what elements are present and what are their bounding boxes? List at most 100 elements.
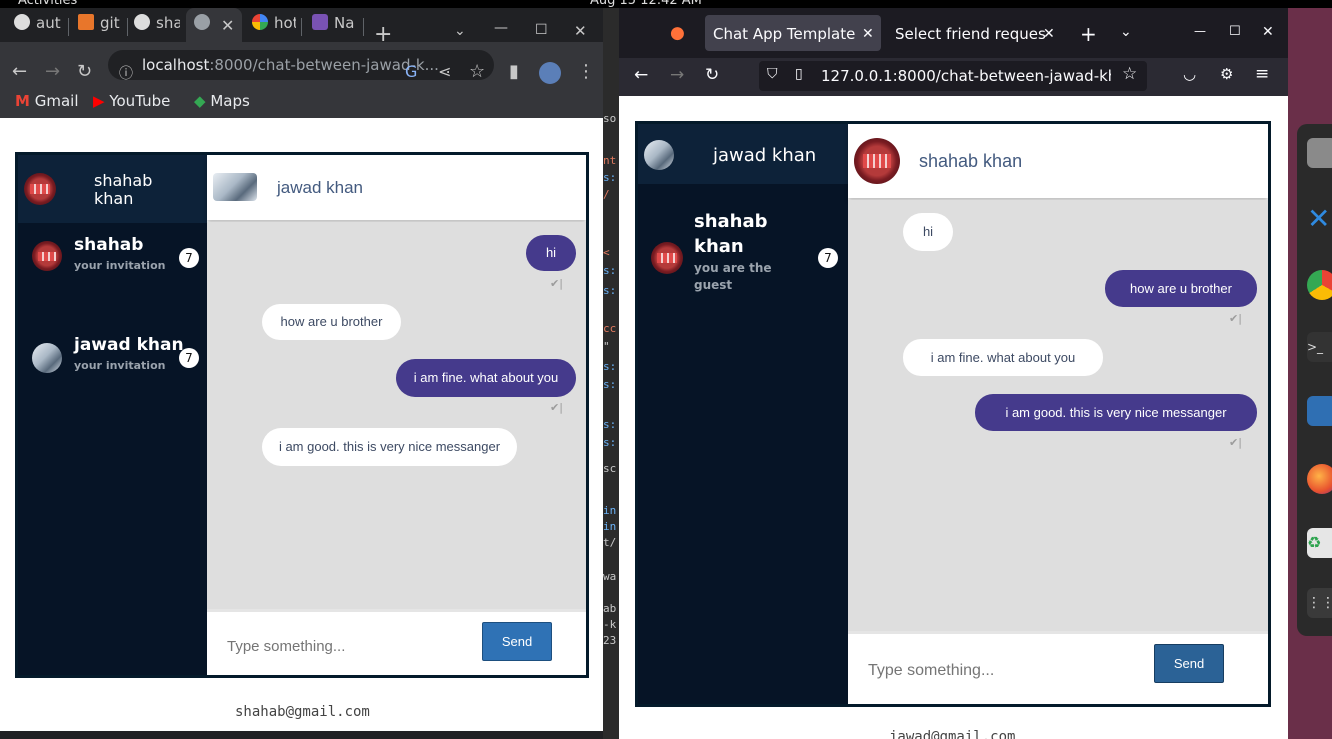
chat-header: jawad khan	[207, 155, 586, 220]
close-window-icon[interactable]: ✕	[1262, 24, 1274, 40]
read-tick-icon: ✔|	[1229, 312, 1242, 325]
terminal-text: <	[603, 246, 610, 259]
message-bubble-received: i am fine. what about you	[903, 339, 1103, 376]
contact-avatar	[854, 138, 900, 184]
reload-icon[interactable]: ↻	[77, 61, 92, 82]
tab-separator	[127, 18, 128, 36]
read-tick-icon: ✔|	[550, 277, 563, 290]
terminal-text: nt	[603, 154, 617, 167]
chrome-tab-3[interactable]: sha	[134, 14, 180, 40]
bookmark-star-icon[interactable]: ☆	[469, 61, 485, 82]
unread-badge: 7	[179, 248, 199, 268]
close-window-icon[interactable]: ✕	[574, 22, 587, 40]
terminal-text: /	[603, 188, 610, 201]
google-lens-icon[interactable]: G	[405, 62, 417, 81]
terminal-text: ab	[603, 602, 617, 615]
forward-icon[interactable]: →	[670, 65, 684, 85]
tab-label[interactable]: Select friend request	[895, 25, 1045, 43]
contact-name: jawad khan	[277, 178, 364, 197]
text-editor-icon[interactable]	[1307, 396, 1332, 426]
terminal-text: s:	[603, 171, 617, 184]
pocket-icon[interactable]: ◡	[1183, 65, 1196, 83]
chrome-tab-6[interactable]: Na	[312, 14, 358, 40]
system-clock[interactable]: Aug 15 12:42 AM	[590, 0, 702, 8]
firefox-view-icon[interactable]: ●	[670, 23, 685, 43]
chrome-menu-icon[interactable]: ⋮	[577, 61, 595, 82]
system-top-bar: Activities Aug 15 12:42 AM	[0, 0, 1332, 8]
tab-label: git	[100, 14, 120, 32]
chrome-url[interactable]: localhost:8000/chat-between-jawad-k...	[142, 56, 439, 74]
gmail-icon: M	[15, 92, 30, 110]
close-tab-icon[interactable]: ✕	[221, 16, 234, 35]
back-icon[interactable]: ←	[12, 61, 27, 82]
tab-label: aut	[36, 14, 61, 32]
friend-name: shahab khan	[694, 211, 768, 257]
friends-sidebar: shahab khan shahab your invitation 7 jaw…	[18, 155, 207, 675]
chat-app-right: jawad khan shahab khan you are the guest…	[635, 121, 1271, 707]
sidebar-profile[interactable]: jawad khan	[638, 124, 848, 184]
trash-icon[interactable]: ♻	[1307, 528, 1332, 558]
minimize-icon[interactable]: —	[494, 20, 508, 36]
bookmark-star-icon[interactable]: ☆	[1122, 64, 1137, 84]
minimize-icon[interactable]: —	[1194, 24, 1206, 38]
tab-separator	[68, 18, 69, 36]
firefox-url[interactable]: 127.0.0.1:8000/chat-between-jawad-khan-	[821, 67, 1111, 85]
reload-icon[interactable]: ↻	[705, 65, 719, 85]
firefox-dock-icon[interactable]	[1307, 464, 1332, 494]
contact-avatar	[213, 173, 257, 201]
tab-search-icon[interactable]: ⌄	[454, 23, 466, 39]
list-tabs-icon[interactable]: ⌄	[1120, 24, 1132, 40]
send-button[interactable]: Send	[482, 622, 552, 661]
terminal-window-edge: so nt s: / < s: s: cc " s: s: s: s: sc i…	[603, 8, 619, 739]
tab-label: Chat App Template	[713, 25, 856, 43]
friends-sidebar: jawad khan shahab khan you are the guest…	[638, 124, 848, 704]
close-tab-icon[interactable]: ✕	[862, 26, 874, 42]
vscode-icon[interactable]: ✕	[1307, 204, 1332, 234]
composer: Send	[207, 609, 586, 675]
activities-button[interactable]: Activities	[18, 0, 77, 8]
forward-icon[interactable]: →	[45, 61, 60, 82]
bookmark-maps[interactable]: ◆ Maps	[194, 92, 250, 110]
shield-icon[interactable]: ⛉	[767, 66, 778, 82]
send-button[interactable]: Send	[1154, 644, 1224, 683]
bookmark-gmail[interactable]: M Gmail	[15, 92, 78, 110]
maps-icon: ◆	[194, 92, 206, 110]
site-info-icon[interactable]: ⓘ	[119, 63, 133, 83]
composer: Send	[848, 631, 1268, 704]
tab-separator	[363, 18, 364, 36]
bookmark-youtube[interactable]: ▶ YouTube	[93, 92, 170, 110]
friend-subtitle: you are the guest	[694, 261, 772, 292]
chrome-tab-1[interactable]: aut	[14, 14, 64, 40]
firefox-menu-icon[interactable]: ≡	[1255, 64, 1269, 84]
message-input[interactable]	[868, 659, 1128, 683]
chrome-tab-5[interactable]: hot	[252, 14, 296, 40]
dock: ✕ >_ ♻ ⋮⋮	[1297, 124, 1332, 636]
new-tab-icon[interactable]: +	[1080, 22, 1097, 46]
maximize-icon[interactable]: ☐	[1229, 24, 1241, 39]
share-icon[interactable]: ⋖	[438, 62, 451, 81]
chrome-icon[interactable]	[1307, 270, 1332, 300]
url-host: localhost	[142, 56, 210, 74]
bookmark-label: Maps	[210, 92, 250, 110]
show-apps-icon[interactable]: ⋮⋮	[1307, 588, 1332, 618]
maximize-icon[interactable]: ☐	[535, 22, 548, 38]
terminal-icon[interactable]: >_	[1307, 332, 1332, 362]
message-bubble-received: i am good. this is very nice messanger	[262, 428, 517, 466]
terminal-text: "	[603, 340, 610, 353]
friend-name: shahab	[74, 235, 144, 255]
close-tab-icon[interactable]: ✕	[1043, 26, 1055, 42]
profile-avatar[interactable]	[539, 62, 561, 84]
chrome-tab-2[interactable]: git	[78, 14, 122, 40]
terminal-text: s:	[603, 264, 617, 277]
side-panel-icon[interactable]: ▮	[509, 61, 519, 82]
extensions-icon[interactable]: ⚙	[1220, 65, 1233, 83]
message-bubble-received: hi	[903, 213, 953, 251]
files-icon[interactable]	[1307, 138, 1332, 168]
self-avatar	[24, 173, 56, 205]
chrome-tab-4[interactable]	[194, 14, 216, 40]
page-icon: ▯	[795, 66, 803, 82]
back-icon[interactable]: ←	[634, 65, 648, 85]
message-input[interactable]	[227, 634, 467, 658]
sidebar-profile[interactable]: shahab khan	[18, 155, 207, 223]
bookmark-label: YouTube	[109, 92, 171, 110]
